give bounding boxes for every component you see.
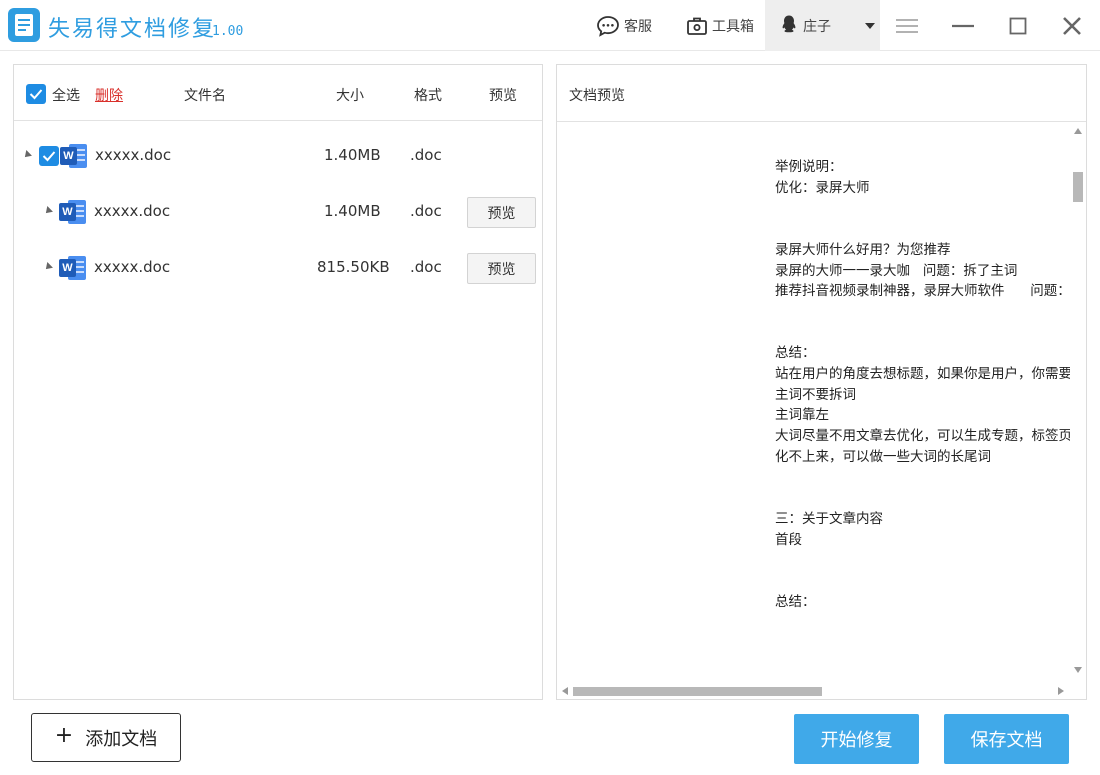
scroll-up-arrow-icon[interactable] — [1074, 128, 1082, 134]
preview-line: 录屏的大师一一录大咖 问题：拆了主词 — [775, 262, 1018, 279]
column-format: 格式 — [414, 88, 442, 104]
scroll-right-arrow-icon[interactable] — [1058, 687, 1064, 695]
word-doc-icon: W — [60, 143, 87, 169]
preview-button[interactable]: 预览 — [467, 197, 536, 228]
file-size: 815.50KB — [317, 258, 390, 276]
vertical-scrollbar[interactable] — [1070, 122, 1086, 683]
document-preview-panel: 文档预览 举例说明： 优化：录屏大师 录屏大师什么好用？为您推荐录屏的大师一一录大… — [556, 64, 1087, 700]
word-doc-icon: W — [59, 199, 86, 225]
chat-bubble-icon — [596, 15, 620, 37]
checkmark-icon — [29, 89, 43, 100]
plus-icon: + — [54, 723, 74, 748]
preview-line: 举例说明： — [775, 159, 843, 175]
preview-line: 优化：录屏大师 — [775, 179, 870, 196]
preview-line: 主词靠左 — [775, 407, 829, 424]
select-all-label[interactable]: 全选 — [52, 85, 80, 105]
chevron-down-icon[interactable] — [865, 23, 875, 29]
preview-line — [775, 302, 1072, 323]
preview-title: 文档预览 — [569, 88, 625, 104]
select-all-checkbox[interactable] — [26, 84, 46, 104]
preview-line: 录屏大师什么好用？为您推荐 — [775, 241, 951, 258]
checkmark-icon — [42, 151, 56, 162]
scroll-left-arrow-icon[interactable] — [562, 687, 568, 695]
row-checkbox[interactable] — [39, 146, 59, 166]
preview-line: 大词尽量不用文章去优化，可以生成专题，标签页去 — [775, 428, 1072, 445]
toolbox-label: 工具箱 — [712, 18, 754, 35]
add-document-button[interactable]: + 添加文档 — [31, 713, 181, 762]
word-doc-icon: W — [59, 255, 86, 281]
menu-icon[interactable] — [894, 13, 920, 39]
customer-service-button[interactable]: 客服 — [596, 0, 652, 51]
preview-line: 三：关于文章内容 — [775, 510, 883, 527]
file-format: .doc — [410, 202, 442, 220]
column-filename: 文件名 — [184, 88, 226, 104]
preview-line: 化不上来，可以做一些大词的长尾词 — [775, 448, 991, 465]
toolbox-icon — [686, 16, 708, 36]
preview-line: 总结： — [775, 593, 816, 610]
add-document-label: 添加文档 — [85, 728, 158, 750]
save-document-button[interactable]: 保存文档 — [944, 714, 1069, 764]
preview-button[interactable]: 预览 — [467, 253, 536, 284]
file-name: xxxxx.doc — [94, 258, 171, 276]
preview-line: 推荐抖音视频录制神器，录屏大师软件 问题：主 — [775, 283, 1072, 300]
scroll-down-arrow-icon[interactable] — [1074, 667, 1082, 673]
expand-triangle-icon[interactable] — [22, 150, 32, 160]
preview-header: 文档预览 — [557, 65, 1086, 122]
file-list-header: 全选 删除 文件名 大小 格式 预览 — [14, 65, 542, 121]
user-menu[interactable]: 庄子 — [765, 0, 880, 51]
column-preview: 预览 — [489, 88, 517, 104]
preview-line — [775, 219, 1072, 240]
expand-triangle-icon[interactable] — [43, 262, 53, 272]
start-repair-button[interactable]: 开始修复 — [794, 714, 919, 764]
preview-line: 主词不要拆词 — [775, 386, 856, 403]
app-logo-icon — [8, 8, 40, 42]
preview-line — [775, 571, 1072, 592]
file-size: 1.40MB — [324, 146, 381, 164]
title-bar: 失易得文档修复 1.00 客服 工具箱 庄子 — [0, 0, 1100, 51]
maximize-icon[interactable] — [1005, 13, 1031, 39]
preview-line — [775, 488, 1072, 509]
preview-line: 总结： — [775, 345, 816, 362]
expand-triangle-icon[interactable] — [43, 206, 53, 216]
delete-link[interactable]: 删除 — [95, 85, 123, 105]
preview-content[interactable]: 举例说明： 优化：录屏大师 录屏大师什么好用？为您推荐录屏的大师一一录大咖 问题：… — [557, 122, 1072, 683]
preview-text: 举例说明： 优化：录屏大师 录屏大师什么好用？为您推荐录屏的大师一一录大咖 问题：… — [775, 157, 1072, 612]
file-name: xxxxx.doc — [95, 146, 172, 164]
preview-line — [775, 198, 1072, 219]
file-row[interactable]: W xxxxx.doc 1.40MB .doc 预览 — [14, 184, 542, 240]
app-title: 失易得文档修复 — [48, 17, 217, 42]
user-name: 庄子 — [803, 18, 831, 35]
vertical-scroll-thumb[interactable] — [1073, 172, 1083, 202]
customer-service-label: 客服 — [624, 18, 652, 35]
preview-line — [775, 323, 1072, 344]
preview-line — [775, 468, 1072, 489]
file-name: xxxxx.doc — [94, 202, 171, 220]
file-size: 1.40MB — [324, 202, 381, 220]
toolbox-button[interactable]: 工具箱 — [686, 0, 754, 51]
app-version: 1.00 — [212, 24, 244, 39]
preview-line — [775, 550, 1072, 571]
file-list-panel: 全选 删除 文件名 大小 格式 预览 W xxxxx.doc 1.40MB .d… — [13, 64, 543, 700]
preview-line: 站在用户的角度去想标题，如果你是用户，你需要搜 — [775, 366, 1072, 383]
file-group-row[interactable]: W xxxxx.doc 1.40MB .doc — [14, 128, 542, 184]
preview-line: 首段 — [775, 531, 802, 548]
horizontal-scrollbar[interactable] — [557, 683, 1072, 699]
column-size: 大小 — [336, 88, 364, 104]
user-avatar-icon — [780, 14, 798, 37]
file-format: .doc — [410, 258, 442, 276]
file-format: .doc — [410, 146, 442, 164]
horizontal-scroll-thumb[interactable] — [573, 687, 822, 696]
file-row[interactable]: W xxxxx.doc 815.50KB .doc 预览 — [14, 240, 542, 296]
close-icon[interactable] — [1059, 13, 1085, 39]
minimize-icon[interactable] — [950, 13, 976, 39]
